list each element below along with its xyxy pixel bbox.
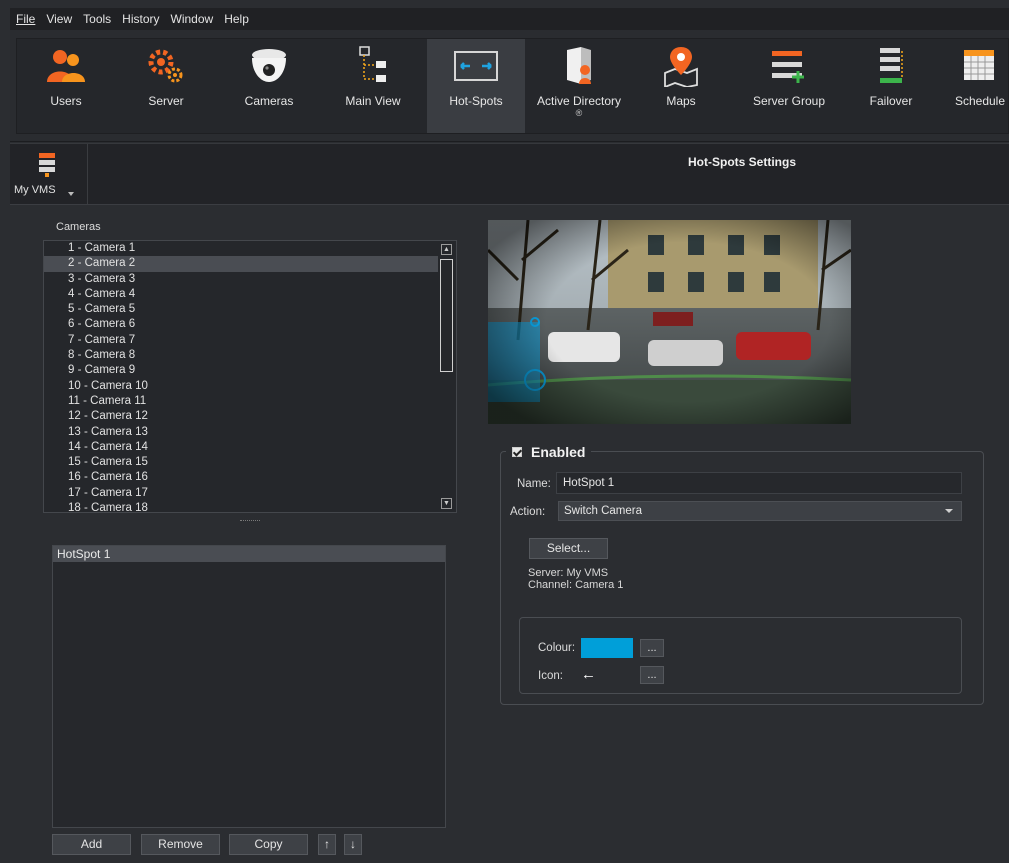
select-button[interactable]: Select... — [529, 538, 608, 559]
menu-help[interactable]: Help — [224, 12, 249, 26]
main-view-tree-icon — [356, 45, 390, 87]
toolbar-schedule-label: Schedule — [954, 94, 1006, 108]
arrow-left-icon: ← — [581, 666, 596, 683]
registered-mark: ® — [575, 108, 583, 118]
server-selector-label: My VMS — [14, 184, 56, 196]
settings-header-bar: My VMS Hot-Spots Settings — [10, 143, 1009, 205]
scroll-up-icon[interactable]: ▲ — [441, 244, 452, 255]
list-item[interactable]: 3 - Camera 3 — [44, 272, 438, 287]
server-icon — [37, 152, 57, 181]
list-item[interactable]: 8 - Camera 8 — [44, 348, 438, 363]
toolbar-users-label: Users — [50, 94, 82, 108]
colour-swatch[interactable] — [581, 638, 633, 658]
list-item[interactable]: 15 - Camera 15 — [44, 455, 438, 470]
toolbar-server-label: Server — [148, 94, 184, 108]
map-pin-icon — [661, 45, 701, 87]
toolbar-hotspots-button[interactable]: Hot-Spots — [427, 39, 525, 133]
enabled-label: Enabled — [531, 444, 586, 460]
list-item[interactable]: 16 - Camera 16 — [44, 470, 438, 485]
toolbar-maps-label: Maps — [666, 94, 696, 108]
menu-file[interactable]: File — [16, 12, 35, 26]
menu-window[interactable]: Window — [171, 12, 214, 26]
list-item[interactable]: 18 - Camera 18 — [44, 501, 438, 512]
toolbar-main-view-label: Main View — [345, 94, 401, 108]
channel-info: Channel: Camera 1 — [528, 579, 624, 591]
remove-button[interactable]: Remove — [141, 834, 220, 855]
toolbar-failover-label: Failover — [869, 94, 913, 108]
chevron-down-icon — [945, 509, 953, 513]
checkbox-checked-icon[interactable] — [512, 447, 522, 457]
toolbar-cameras-button[interactable]: Cameras — [223, 39, 315, 133]
list-item[interactable]: 4 - Camera 4 — [44, 287, 438, 302]
camera-preview[interactable] — [488, 220, 851, 424]
toolbar-maps-button[interactable]: Maps — [635, 39, 727, 133]
name-label: Name: — [517, 478, 551, 490]
toolbar-failover-button[interactable]: Failover — [845, 39, 937, 133]
server-info: Server: My VMS — [528, 567, 609, 579]
toolbar-users-button[interactable]: Users — [20, 39, 112, 133]
move-down-button[interactable]: ↓ — [344, 834, 362, 855]
colour-label: Colour: — [538, 642, 576, 654]
dome-camera-icon — [248, 45, 290, 87]
cameras-scrollbar[interactable]: ▲ ▼ — [438, 241, 456, 512]
cameras-label: Cameras — [56, 221, 101, 233]
hotspots-icon — [453, 45, 499, 87]
active-directory-icon — [561, 45, 597, 87]
hotspot-item[interactable]: HotSpot 1 — [53, 546, 445, 562]
toolbar-server-group-button[interactable]: Server Group — [739, 39, 839, 133]
toolbar-server-group-label: Server Group — [752, 94, 826, 108]
list-item[interactable]: 7 - Camera 7 — [44, 333, 438, 348]
list-item[interactable]: 6 - Camera 6 — [44, 317, 438, 332]
list-item[interactable]: 12 - Camera 12 — [44, 409, 438, 424]
list-item[interactable]: 5 - Camera 5 — [44, 302, 438, 317]
menu-tools[interactable]: Tools — [83, 12, 111, 26]
main-toolbar: Users Server Cameras Main View Hot-Spots… — [10, 30, 1009, 142]
add-button[interactable]: Add — [52, 834, 131, 855]
toolbar-schedule-button[interactable]: Schedule — [945, 39, 1009, 133]
schedule-icon — [960, 45, 1000, 87]
name-field[interactable]: HotSpot 1 — [556, 472, 962, 494]
toolbar-active-directory-label: Active Directory — [536, 94, 622, 108]
toolbar-cameras-label: Cameras — [244, 94, 294, 108]
splitter-handle[interactable] — [240, 520, 260, 523]
failover-icon — [874, 45, 908, 87]
toolbar-server-button[interactable]: Server — [120, 39, 212, 133]
colour-picker-button[interactable]: ... — [640, 639, 664, 657]
copy-button[interactable]: Copy — [229, 834, 308, 855]
toolbar-strip: Users Server Cameras Main View Hot-Spots… — [16, 38, 1009, 134]
list-item[interactable]: 17 - Camera 17 — [44, 486, 438, 501]
menu-history[interactable]: History — [122, 12, 159, 26]
list-item[interactable]: 9 - Camera 9 — [44, 363, 438, 378]
page-title: Hot-Spots Settings — [688, 155, 796, 169]
toolbar-hotspots-label: Hot-Spots — [449, 94, 503, 108]
toolbar-main-view-button[interactable]: Main View — [327, 39, 419, 133]
move-up-button[interactable]: ↑ — [318, 834, 336, 855]
action-select[interactable]: Switch Camera — [558, 501, 962, 521]
server-selector[interactable]: My VMS — [10, 144, 88, 204]
users-icon — [46, 45, 86, 87]
cameras-list[interactable]: 1 - Camera 1 2 - Camera 2 3 - Camera 3 4… — [43, 240, 457, 513]
menu-view[interactable]: View — [46, 12, 72, 26]
menu-bar: File View Tools History Window Help — [10, 8, 1009, 30]
server-group-icon — [768, 45, 810, 87]
enabled-checkbox[interactable]: Enabled — [506, 441, 592, 463]
icon-label: Icon: — [538, 670, 563, 682]
scroll-thumb[interactable] — [440, 259, 453, 372]
list-item[interactable]: 13 - Camera 13 — [44, 425, 438, 440]
icon-picker-button[interactable]: ... — [640, 666, 664, 684]
toolbar-active-directory-button[interactable]: Active Directory ® — [529, 39, 629, 133]
action-label: Action: — [510, 506, 546, 518]
hotspots-list[interactable]: HotSpot 1 — [52, 545, 446, 828]
list-item[interactable]: 11 - Camera 11 — [44, 394, 438, 409]
list-item-selected[interactable]: 2 - Camera 2 — [44, 256, 438, 272]
server-gears-icon — [146, 45, 186, 87]
list-item[interactable]: 1 - Camera 1 — [44, 241, 438, 256]
action-select-value: Switch Camera — [564, 505, 642, 517]
list-item[interactable]: 14 - Camera 14 — [44, 440, 438, 455]
list-item[interactable]: 10 - Camera 10 — [44, 379, 438, 394]
chevron-down-icon — [68, 192, 74, 196]
scroll-down-icon[interactable]: ▼ — [441, 498, 452, 509]
